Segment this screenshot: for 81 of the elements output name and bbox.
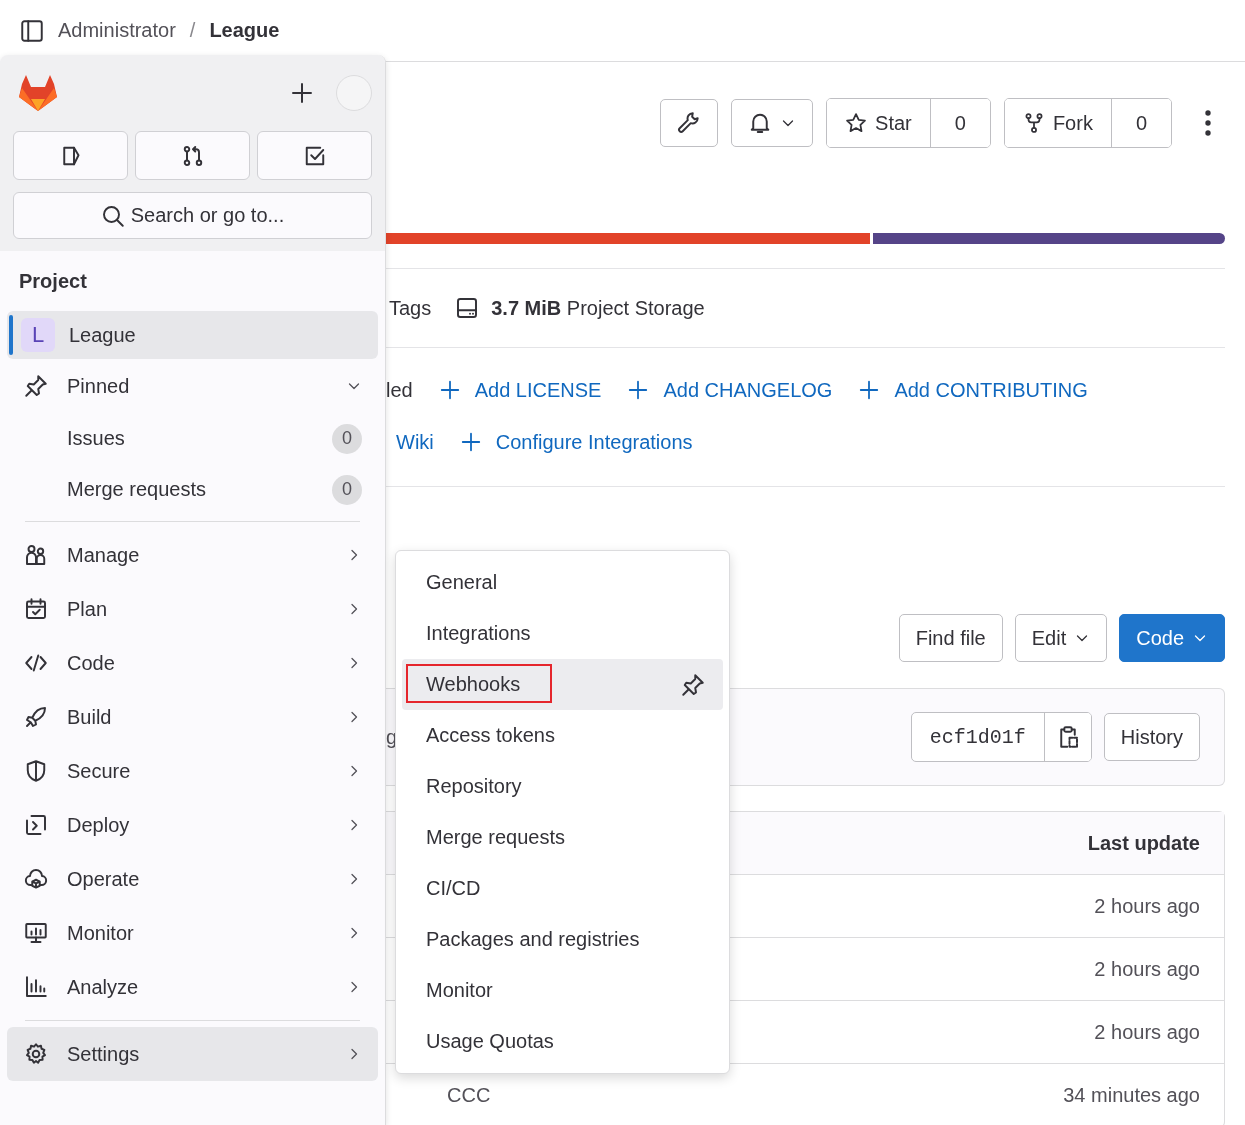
- nav-item[interactable]: Code: [7, 636, 378, 690]
- updated-time: 2 hours ago: [1094, 1020, 1200, 1044]
- fork-count[interactable]: 0: [1110, 99, 1171, 147]
- pin-icon: [24, 374, 48, 398]
- create-new-button[interactable]: [290, 81, 314, 105]
- menu-item[interactable]: Access tokens: [402, 710, 723, 761]
- nav-item[interactable]: Build: [7, 690, 378, 744]
- add-link[interactable]: Add LICENSE: [438, 378, 602, 402]
- gear-icon: [24, 1042, 48, 1066]
- file-name[interactable]: CCC: [447, 1083, 491, 1106]
- merge-requests-button[interactable]: [135, 131, 250, 180]
- copy-button[interactable]: [1043, 713, 1091, 761]
- storage-stat: 3.7 MiB Project Storage: [491, 296, 705, 320]
- project-item[interactable]: L League: [7, 311, 378, 359]
- nav-item[interactable]: Operate: [7, 852, 378, 906]
- menu-item[interactable]: CI/CD: [402, 863, 723, 914]
- bar-chart-icon: [24, 975, 48, 999]
- dropdown-button[interactable]: Edit: [1014, 614, 1108, 662]
- deploy-icon: [24, 813, 48, 837]
- find-file-button[interactable]: Find file: [898, 614, 1003, 662]
- section-title: Project: [18, 269, 88, 294]
- plus-icon: [858, 379, 881, 401]
- updated-time: 2 hours ago: [1094, 894, 1200, 918]
- menu-item[interactable]: Packages and registries: [402, 914, 723, 965]
- nav-item[interactable]: Monitor: [7, 906, 378, 960]
- updated-time: 34 minutes ago: [1063, 1083, 1200, 1107]
- plus-icon: [290, 81, 314, 105]
- add-link[interactable]: Configure Integrations: [459, 430, 693, 454]
- menu-item[interactable]: Webhooks: [402, 659, 723, 710]
- nav-item[interactable]: Settings: [7, 1027, 378, 1081]
- calendar-icon: [24, 597, 48, 621]
- count-badge: 0: [332, 474, 362, 505]
- add-link[interactable]: Add CHANGELOG: [627, 378, 833, 402]
- dropdown-button[interactable]: Code: [1119, 614, 1225, 662]
- plus-icon: [438, 379, 461, 401]
- add-link[interactable]: Add CONTRIBUTING: [858, 378, 1088, 402]
- todo-button[interactable]: [257, 131, 372, 180]
- fox-logo: [18, 75, 58, 111]
- menu-item[interactable]: Monitor: [402, 965, 723, 1016]
- breadcrumb-separator: /: [189, 19, 196, 42]
- nav-item[interactable]: Plan: [7, 582, 378, 636]
- nav-item[interactable]: Deploy: [7, 798, 378, 852]
- star-count[interactable]: 0: [929, 99, 990, 147]
- shield-icon: [24, 759, 48, 783]
- sidebar-toggle-icon: [20, 18, 44, 43]
- plus-icon: [627, 379, 650, 401]
- breadcrumb-link[interactable]: Administrator: [58, 19, 176, 42]
- tags-link[interactable]: Tags: [389, 296, 432, 320]
- pinned-link[interactable]: Merge requests 0: [7, 464, 378, 515]
- search-icon: [100, 203, 125, 228]
- plus-icon: [459, 431, 482, 453]
- menu-item[interactable]: Usage Quotas: [402, 1016, 723, 1067]
- menu-item[interactable]: Repository: [402, 761, 723, 812]
- settings-wrench-button[interactable]: [660, 99, 719, 147]
- wiki-link[interactable]: Wiki: [396, 430, 434, 454]
- pinned-item[interactable]: Pinned: [7, 359, 378, 413]
- pin-icon: [681, 672, 705, 697]
- notification-dropdown[interactable]: [731, 99, 814, 147]
- status-text: led: [386, 378, 413, 402]
- people-icon: [24, 543, 48, 567]
- menu-item[interactable]: Merge requests: [402, 812, 723, 863]
- history-button[interactable]: History: [1103, 713, 1200, 761]
- issues-button[interactable]: [13, 131, 128, 180]
- project-avatar: L: [21, 318, 55, 352]
- nav-item[interactable]: Manage: [7, 528, 378, 582]
- nav-item[interactable]: Analyze: [7, 960, 378, 1014]
- monitor-icon: [24, 921, 48, 945]
- search-button[interactable]: Search or go to...: [13, 192, 372, 239]
- pinned-link[interactable]: Issues 0: [7, 413, 378, 464]
- cloud-cube-icon: [24, 867, 48, 891]
- breadcrumb-link[interactable]: League: [209, 19, 280, 42]
- rocket-icon: [24, 705, 48, 729]
- nav-item[interactable]: Secure: [7, 744, 378, 798]
- wrench-icon: [677, 111, 702, 135]
- count-badge: 0: [332, 423, 362, 454]
- menu-item[interactable]: Integrations: [402, 608, 723, 659]
- menu-item[interactable]: General: [402, 557, 723, 608]
- updated-time: 2 hours ago: [1094, 957, 1200, 981]
- column-header: Last update: [1087, 831, 1200, 855]
- storage-icon: [455, 296, 480, 320]
- star-icon: [845, 112, 868, 134]
